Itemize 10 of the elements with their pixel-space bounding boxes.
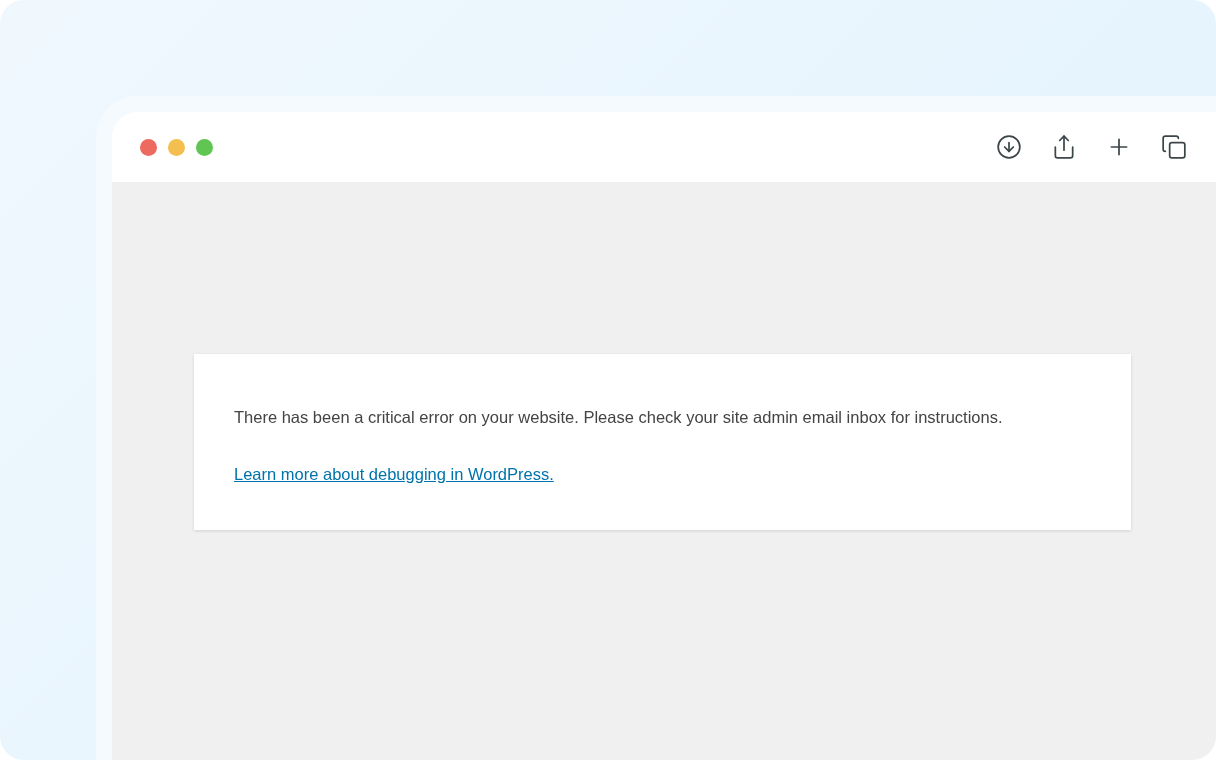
window-control-dot[interactable] (196, 138, 213, 156)
download-icon (996, 134, 1022, 160)
error-message: There has been a critical error on your website. Please check your site admin email inbox for instructions. (234, 407, 1004, 428)
tabs-button[interactable] (1160, 133, 1188, 161)
window-control-dot[interactable] (168, 138, 185, 156)
tabs-icon (1161, 134, 1187, 160)
window-control-dot[interactable] (140, 138, 157, 156)
share-icon (1051, 134, 1077, 160)
debugging-link[interactable]: Learn more about debugging in WordPress. (234, 465, 554, 483)
download-button[interactable] (995, 133, 1023, 161)
